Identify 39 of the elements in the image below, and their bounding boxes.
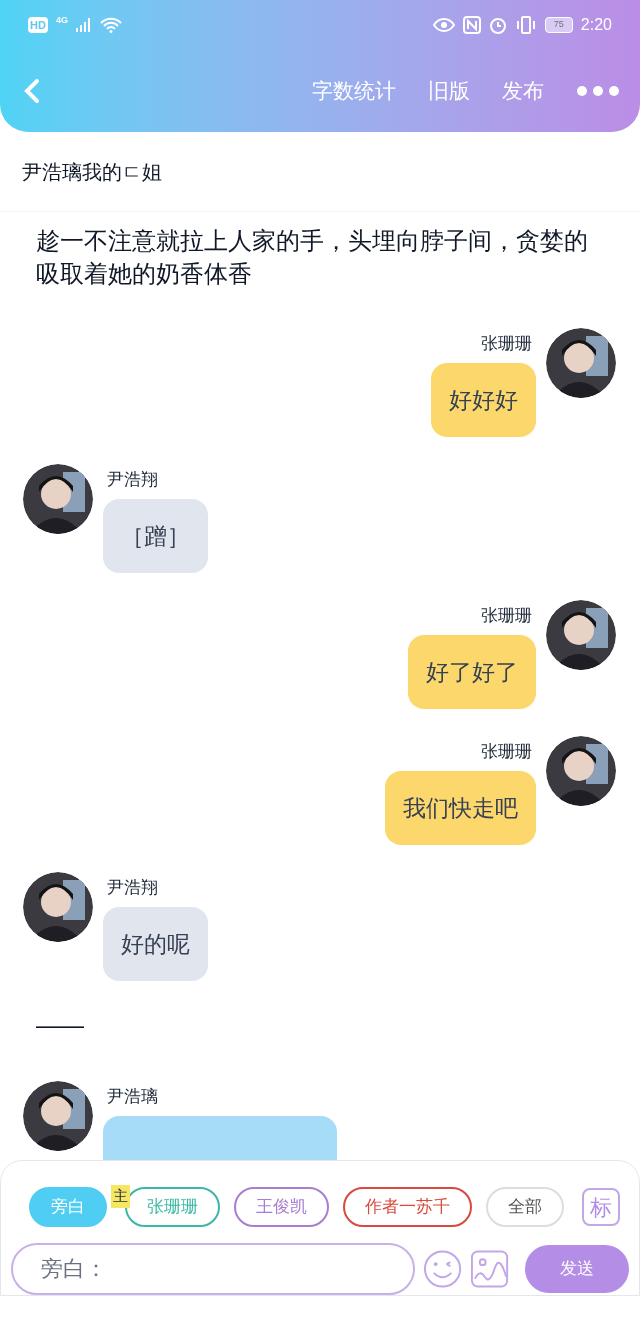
network-label: 4G [55,14,68,28]
role-chip[interactable]: 作者一苏千 [343,1187,472,1227]
role-badge: 主 [111,1185,130,1208]
nfc-icon [462,16,481,34]
narration-text: 趁一不注意就拉上人家的手，头埋向脖子间，贪婪的吸取着她的奶香体香 [35,226,589,289]
battery-indicator: 75 [544,17,573,33]
speaker-name: 尹浩翔 [106,877,159,899]
chapter-title: 尹浩璃我的ㄷ姐 [22,159,162,185]
role-chip[interactable]: 王俊凯 [234,1187,329,1227]
input-field[interactable]: 旁白： [11,1243,416,1295]
signal-icon [75,18,92,32]
role-chip[interactable]: 全部 [486,1187,564,1227]
header-action[interactable]: 发布 [502,75,544,107]
wifi-icon [99,17,122,33]
speaker-name: 尹浩璃 [106,1086,159,1108]
hd-indicator: HD [28,16,48,34]
message-bubble: 我们快走吧 [385,771,536,845]
vibrate-icon [514,16,537,34]
header-action[interactable]: 旧版 [428,75,470,107]
speaker-name: 张珊珊 [480,741,533,763]
image-icon[interactable] [470,1249,510,1289]
alarm-icon [488,16,507,34]
speaker-name: 尹浩翔 [106,469,159,491]
mark-button[interactable]: 标 [582,1188,620,1226]
message-bubble: 好了好了 [408,635,536,709]
speaker-name: 张珊珊 [480,605,533,627]
message-bubble: ［蹭］ [103,499,208,573]
speaker-name: 张珊珊 [480,333,533,355]
emoji-icon[interactable] [423,1249,463,1289]
more-icon[interactable] [576,85,620,97]
back-icon[interactable] [24,78,40,104]
eye-icon [432,17,455,33]
message-bubble: 好好好 [431,363,536,437]
send-button[interactable]: 发送 [525,1245,629,1293]
header-action[interactable]: 字数统计 [312,75,396,107]
narration-text: —— [35,1010,85,1040]
role-chip[interactable]: 旁白 [29,1187,107,1227]
message-bubble: 好的呢 [103,907,208,981]
clock: 2:20 [580,15,612,35]
